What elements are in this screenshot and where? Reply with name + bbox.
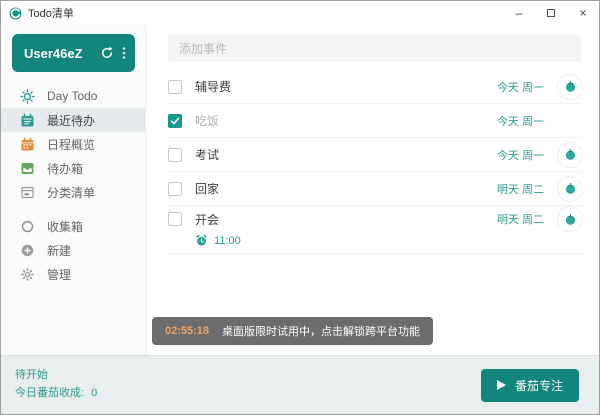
harvest-label: 今日番茄收成: xyxy=(15,387,85,399)
todo-date: 今天 周一 xyxy=(496,81,544,94)
focus-button-label: 番茄专注 xyxy=(514,378,563,393)
play-icon xyxy=(496,380,506,390)
todo-date: 明天 周二 xyxy=(496,214,544,226)
todo-title: 辅导费 xyxy=(195,80,232,94)
todo-row: 辅导费 今天 周一 xyxy=(168,70,583,104)
trial-countdown: 02:55:18 xyxy=(165,325,210,337)
sidebar-nav: Day Todo 最近待办 日程概览 待办箱 分类清单 收集箱 新建 管理 xyxy=(1,84,145,286)
alarm-clock-icon xyxy=(195,234,208,247)
todo-checkbox[interactable] xyxy=(168,79,182,94)
user-name: User46eZ xyxy=(24,45,83,61)
sun-icon xyxy=(20,88,35,104)
sidebar-item-category-lists[interactable]: 分类清单 xyxy=(1,180,145,204)
app-window: Todo清单 – × User46eZ Day Todo 最近待办 日程概览 待… xyxy=(0,0,600,415)
sidebar-item-schedule-overview[interactable]: 日程概览 xyxy=(1,132,145,156)
todo-title: 回家 xyxy=(195,182,220,196)
sidebar-item-todo-box[interactable]: 待办箱 xyxy=(1,156,145,180)
sidebar-item-day-todo[interactable]: Day Todo xyxy=(1,84,145,108)
close-button[interactable]: × xyxy=(567,1,599,25)
status-text: 待开始 xyxy=(15,369,48,382)
add-event-input[interactable] xyxy=(168,35,581,62)
trial-message: 桌面版限时试用中，点击解锁跨平台功能 xyxy=(222,326,421,338)
app-logo-icon xyxy=(9,7,22,20)
sync-icon[interactable] xyxy=(100,46,114,60)
gear-icon xyxy=(20,267,35,282)
main-panel: 辅导费 今天 周一 吃饭 今天 周一 xyxy=(146,25,599,355)
harvest-line: 今日番茄收成: 0 xyxy=(15,385,97,403)
sidebar-item-label: 最近待办 xyxy=(47,113,96,128)
todo-checkbox[interactable] xyxy=(168,212,182,226)
trial-toast[interactable]: 02:55:18 桌面版限时试用中，点击解锁跨平台功能 xyxy=(152,317,434,345)
sidebar-item-label: 管理 xyxy=(47,267,72,282)
alarm-time: 11:00 xyxy=(214,234,241,247)
sidebar-item-recent-todos[interactable]: 最近待办 xyxy=(1,108,145,132)
tomato-timer-button[interactable] xyxy=(557,206,583,232)
pomodoro-focus-button[interactable]: 番茄专注 xyxy=(480,368,579,402)
todo-date: 今天 周一 xyxy=(496,115,544,128)
inbox-green-icon xyxy=(20,161,35,176)
nav-divider-gap xyxy=(1,204,145,214)
maximize-button[interactable] xyxy=(535,1,567,25)
todo-alarm: 11:00 xyxy=(168,234,583,247)
plus-circle-icon xyxy=(20,243,35,258)
sidebar-item-manage[interactable]: 管理 xyxy=(1,262,145,286)
todo-checkbox[interactable] xyxy=(168,147,182,162)
sidebar-item-label: 日程概览 xyxy=(47,137,96,152)
calendar-orange-icon xyxy=(20,137,35,152)
minimize-button[interactable]: – xyxy=(503,1,535,25)
todo-date: 明天 周二 xyxy=(496,183,544,196)
todo-title: 开会 xyxy=(195,212,220,227)
sidebar-item-collection-box[interactable]: 收集箱 xyxy=(1,214,145,238)
harvest-count: 0 xyxy=(91,387,98,399)
todo-title: 考试 xyxy=(195,148,220,162)
todo-row: 吃饭 今天 周一 xyxy=(168,104,583,138)
user-card[interactable]: User46eZ xyxy=(12,34,135,72)
sidebar-item-label: 待办箱 xyxy=(47,161,84,176)
tomato-timer-button[interactable] xyxy=(557,141,583,168)
window-controls: – × xyxy=(503,1,599,25)
add-event-bar xyxy=(146,25,599,70)
calendar-teal-icon xyxy=(20,113,35,128)
tomato-timer-button[interactable] xyxy=(557,175,583,202)
footer-bar: 待开始 今日番茄收成: 0 番茄专注 xyxy=(1,355,599,414)
todo-title: 吃饭 xyxy=(195,114,220,128)
todo-checkbox-checked[interactable] xyxy=(168,113,182,128)
footer-status-block: 待开始 今日番茄收成: 0 xyxy=(15,367,97,402)
window-body: User46eZ Day Todo 最近待办 日程概览 待办箱 分类清单 收集箱… xyxy=(1,25,599,355)
sidebar-item-label: Day Todo xyxy=(47,89,98,103)
tomato-timer-button[interactable] xyxy=(557,73,583,100)
sidebar-item-label: 新建 xyxy=(47,243,72,258)
todo-checkbox[interactable] xyxy=(168,181,182,196)
todo-row: 考试 今天 周一 xyxy=(168,138,583,172)
sidebar-item-new[interactable]: 新建 xyxy=(1,238,145,262)
sidebar-item-label: 分类清单 xyxy=(47,185,96,200)
category-list-icon xyxy=(20,185,35,200)
title-bar: Todo清单 – × xyxy=(1,1,599,25)
todo-list: 辅导费 今天 周一 吃饭 今天 周一 考试 今天 周一 回家 明天 周二 开会 … xyxy=(146,70,599,254)
sidebar-item-label: 收集箱 xyxy=(47,219,84,234)
todo-date: 今天 周一 xyxy=(496,149,544,162)
window-title: Todo清单 xyxy=(28,8,74,20)
todo-row: 回家 明天 周二 xyxy=(168,172,583,206)
circle-icon xyxy=(20,219,35,234)
sidebar: User46eZ Day Todo 最近待办 日程概览 待办箱 分类清单 收集箱… xyxy=(1,25,146,355)
maximize-icon xyxy=(547,9,555,17)
todo-row: 开会 明天 周二 11:00 xyxy=(168,206,583,254)
user-menu-icon[interactable] xyxy=(122,46,126,60)
